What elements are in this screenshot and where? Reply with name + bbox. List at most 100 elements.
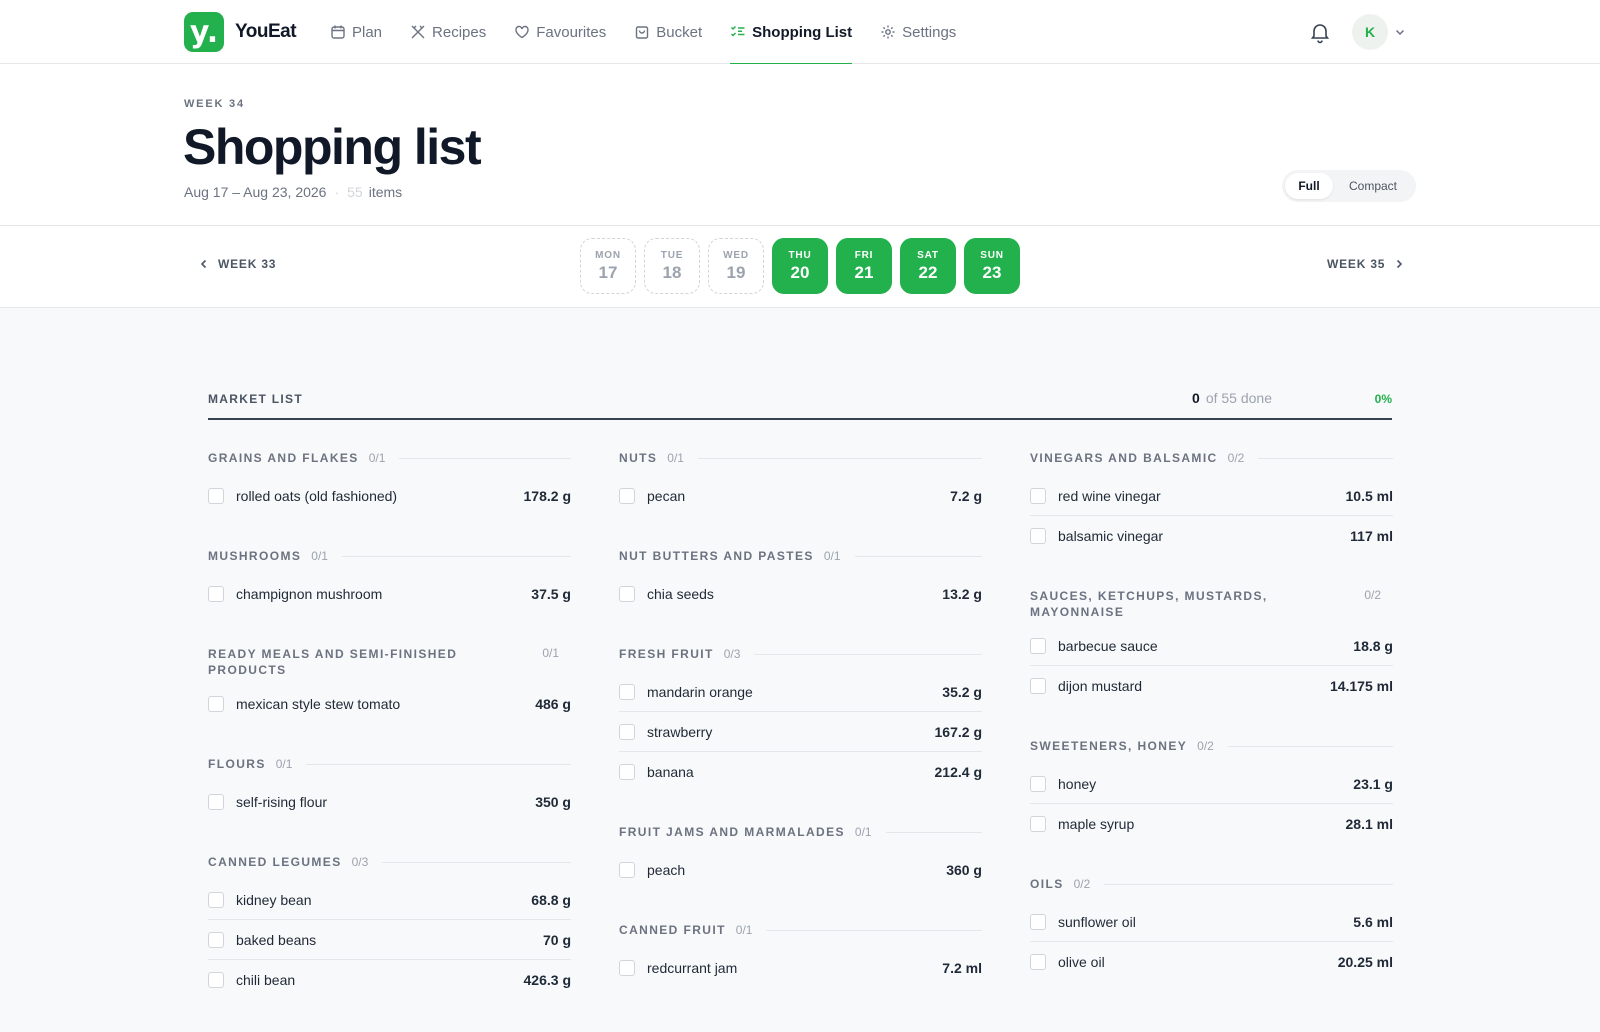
- divider: [885, 831, 982, 833]
- list-item[interactable]: red wine vinegar 10.5 ml: [1030, 476, 1393, 516]
- nav-item-settings[interactable]: Settings: [880, 0, 956, 64]
- item-name: red wine vinegar: [1058, 487, 1161, 504]
- category-group: NUT BUTTERS AND PASTES 0/1 chia seeds 13.2 …: [619, 548, 982, 614]
- item-checkbox[interactable]: [208, 891, 224, 908]
- avatar[interactable]: K: [1352, 14, 1388, 50]
- item-checkbox[interactable]: [208, 794, 224, 810]
- nav-item-bucket[interactable]: Bucket: [634, 0, 702, 64]
- category-title-row: FRESH FRUIT 0/3: [619, 646, 982, 662]
- item-quantity: 5.6 ml: [1353, 913, 1393, 930]
- item-checkbox[interactable]: [1030, 816, 1046, 832]
- list-item[interactable]: chia seeds 13.2 g: [619, 574, 982, 614]
- day-wed[interactable]: WED 19: [708, 238, 764, 294]
- view-full-button[interactable]: Full: [1285, 173, 1333, 199]
- category-column: GRAINS AND FLAKES 0/1 rolled oats (old fas…: [208, 450, 571, 1032]
- nav-item-shopping-list[interactable]: Shopping List: [730, 0, 852, 65]
- app-logo[interactable]: y. YouEat: [184, 12, 297, 52]
- list-item[interactable]: olive oil 20.25 ml: [1030, 942, 1393, 982]
- item-checkbox[interactable]: [1030, 678, 1046, 694]
- item-quantity: 7.2 g: [950, 488, 982, 504]
- day-thu[interactable]: THU 20: [772, 238, 828, 294]
- list-item[interactable]: rolled oats (old fashioned) 178.2 g: [208, 476, 571, 516]
- item-name: maple syrup: [1058, 816, 1135, 832]
- list-item[interactable]: pecan 7.2 g: [619, 476, 982, 516]
- list-item[interactable]: honey 23.1 g: [1030, 764, 1393, 804]
- item-checkbox[interactable]: [1030, 775, 1046, 792]
- item-checkbox[interactable]: [208, 586, 224, 602]
- app-name: YouEat: [235, 21, 297, 42]
- item-checkbox[interactable]: [1030, 487, 1046, 504]
- category-count: 0/1: [667, 451, 684, 465]
- category-name: FRUIT JAMS AND MARMALADES: [619, 825, 845, 839]
- category-count: 0/1: [311, 549, 328, 563]
- chevron-down-icon[interactable]: [1394, 26, 1406, 38]
- list-item[interactable]: banana 212.4 g: [619, 752, 982, 792]
- list-item[interactable]: sunflower oil 5.6 ml: [1030, 902, 1393, 942]
- list-item[interactable]: strawberry 167.2 g: [619, 712, 982, 752]
- list-item[interactable]: chili bean 426.3 g: [208, 960, 571, 1000]
- category-group: FRESH FRUIT 0/3 mandarin orange 35.2 g straw…: [619, 646, 982, 792]
- category-header: OILS 0/2: [1030, 876, 1393, 896]
- item-checkbox[interactable]: [619, 764, 635, 780]
- item-checkbox[interactable]: [1030, 913, 1046, 930]
- category-header: SAUCES, KETCHUPS, MUSTARDS, MAYONNAISE 0/…: [1030, 588, 1393, 620]
- view-compact-button[interactable]: Compact: [1333, 173, 1413, 199]
- bell-icon[interactable]: [1308, 20, 1332, 44]
- category-header: GRAINS AND FLAKES 0/1: [208, 450, 571, 470]
- category-name: FRESH FRUIT: [619, 647, 714, 661]
- day-date: 17: [598, 262, 618, 282]
- item-checkbox[interactable]: [619, 683, 635, 700]
- list-item[interactable]: champignon mushroom 37.5 g: [208, 574, 571, 614]
- category-header: FRUIT JAMS AND MARMALADES 0/1: [619, 824, 982, 844]
- day-tue[interactable]: TUE 18: [644, 238, 700, 294]
- nav-item-plan[interactable]: Plan: [330, 0, 382, 64]
- item-checkbox[interactable]: [208, 931, 224, 948]
- category-count: 0/1: [275, 757, 293, 771]
- category-title-row: FLOURS 0/1: [208, 756, 571, 772]
- bag-icon: [636, 26, 649, 39]
- next-week-button[interactable]: WEEK 35: [1327, 257, 1405, 271]
- item-name: redcurrant jam: [647, 960, 738, 976]
- day-fri[interactable]: FRI 21: [836, 238, 892, 294]
- category-name: MUSHROOMS: [208, 549, 302, 563]
- list-item[interactable]: dijon mustard 14.175 ml: [1030, 666, 1393, 706]
- item-checkbox[interactable]: [619, 723, 635, 740]
- item-checkbox[interactable]: [619, 862, 635, 878]
- category-group: SWEETENERS, HONEY 0/2 honey 23.1 g maple syr…: [1030, 738, 1393, 844]
- item-name: chia seeds: [647, 586, 714, 602]
- item-checkbox[interactable]: [1030, 954, 1046, 970]
- item-checkbox[interactable]: [208, 696, 224, 712]
- item-checkbox[interactable]: [1030, 528, 1046, 544]
- list-item[interactable]: balsamic vinegar 117 ml: [1030, 516, 1393, 556]
- day-date: 20: [790, 262, 810, 282]
- list-item[interactable]: baked beans 70 g: [208, 920, 571, 960]
- list-item[interactable]: kidney bean 68.8 g: [208, 880, 571, 920]
- list-item[interactable]: self-rising flour 350 g: [208, 782, 571, 822]
- item-quantity: 350 g: [535, 794, 571, 810]
- item-checkbox[interactable]: [208, 972, 224, 988]
- list-item[interactable]: mexican style stew tomato 486 g: [208, 684, 571, 724]
- category-name: FLOURS: [208, 757, 266, 771]
- list-item[interactable]: mandarin orange 35.2 g: [619, 672, 982, 712]
- nav-item-recipes[interactable]: Recipes: [410, 0, 486, 64]
- item-checkbox[interactable]: [619, 586, 635, 602]
- list-item[interactable]: maple syrup 28.1 ml: [1030, 804, 1393, 844]
- category-count: 0/1: [823, 549, 841, 563]
- day-mon[interactable]: MON 17: [580, 238, 636, 294]
- previous-week-button[interactable]: WEEK 33: [198, 257, 276, 271]
- day-sun[interactable]: SUN 23: [964, 238, 1020, 294]
- item-checkbox[interactable]: [1030, 637, 1046, 654]
- item-checkbox[interactable]: [619, 960, 635, 976]
- list-item[interactable]: peach 360 g: [619, 850, 982, 890]
- item-quantity: 486 g: [535, 696, 571, 712]
- nav-label: Bucket: [656, 23, 703, 41]
- category-title-row: GRAINS AND FLAKES 0/1: [208, 450, 571, 466]
- day-sat[interactable]: SAT 22: [900, 238, 956, 294]
- item-checkbox[interactable]: [208, 488, 224, 504]
- nav-item-favourites[interactable]: Favourites: [514, 0, 606, 64]
- item-checkbox[interactable]: [619, 488, 635, 504]
- day-name: FRI: [854, 249, 874, 261]
- list-item[interactable]: redcurrant jam 7.2 ml: [619, 948, 982, 988]
- list-item[interactable]: barbecue sauce 18.8 g: [1030, 626, 1393, 666]
- day-date: 22: [918, 262, 938, 282]
